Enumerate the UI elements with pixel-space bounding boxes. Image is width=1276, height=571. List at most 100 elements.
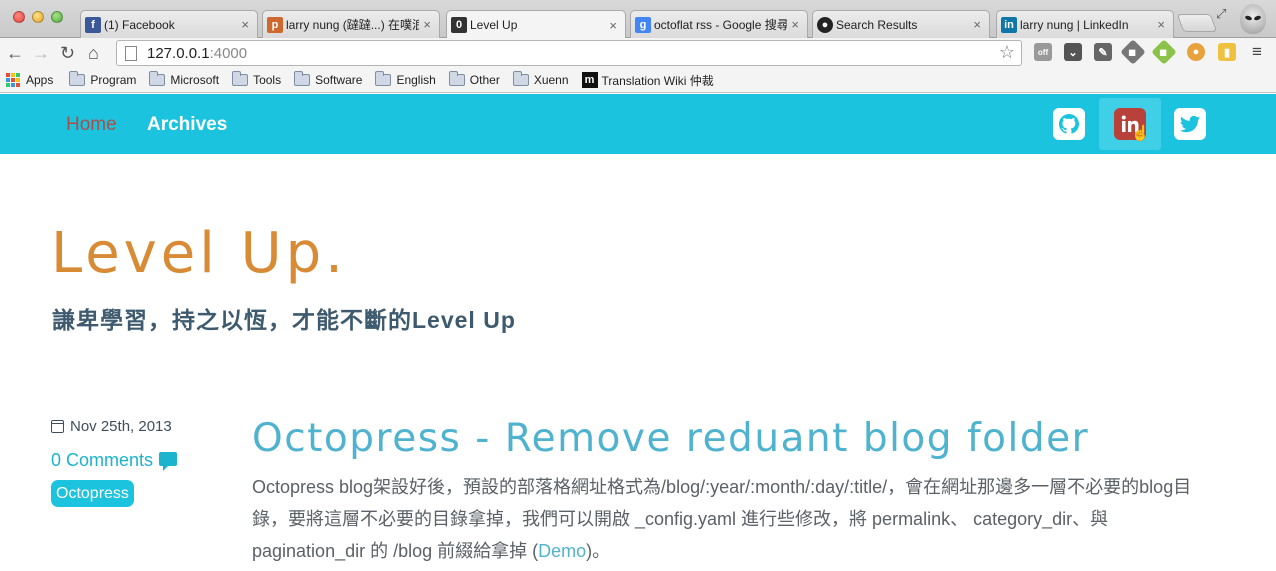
tab-title: octoflat rss - Google 搜尋 xyxy=(654,18,788,32)
tab-title: larry nung | LinkedIn xyxy=(1020,17,1129,32)
comments-link[interactable]: 0 Comments xyxy=(51,450,178,471)
bookmark-label: Xuenn xyxy=(533,73,569,87)
tab-level-up[interactable]: 0 Level Up × xyxy=(446,10,626,39)
address-bar[interactable]: 127.0.0.1:4000 ☆ xyxy=(116,40,1022,66)
tab-title: (1) Facebook xyxy=(104,17,175,32)
bookmark-apps[interactable]: Apps xyxy=(6,73,53,87)
twitter-social-link[interactable] xyxy=(1159,98,1221,150)
tab-title: Level Up xyxy=(470,18,518,32)
bookmark-folder-microsoft[interactable]: Microsoft xyxy=(149,71,220,87)
site-navbar: Home Archives ☝ xyxy=(0,94,1276,154)
plurk-icon: p xyxy=(267,16,283,33)
close-icon[interactable]: × xyxy=(423,17,431,32)
linkedin-icon: in xyxy=(1001,16,1017,33)
github-icon xyxy=(1053,108,1085,140)
comment-bubble-icon xyxy=(159,451,178,471)
google-icon: g xyxy=(635,16,651,33)
tab-google-search[interactable]: g octoflat rss - Google 搜尋 × xyxy=(630,10,808,38)
folder-icon xyxy=(512,71,529,86)
bookmark-label: English xyxy=(396,73,436,87)
profile-avatar-icon[interactable] xyxy=(1240,4,1266,34)
twitter-icon xyxy=(1174,108,1206,140)
calendar-icon xyxy=(51,420,64,433)
close-icon[interactable]: × xyxy=(973,17,981,32)
fullscreen-icon[interactable]: ⤢ xyxy=(1216,6,1226,22)
bookmark-folder-xuenn[interactable]: Xuenn xyxy=(512,71,569,87)
bookmark-folder-english[interactable]: English xyxy=(375,71,436,87)
bookmark-label: Software xyxy=(315,73,363,87)
excerpt-text-end: )。 xyxy=(586,541,611,561)
linkedin-social-link[interactable]: ☝ xyxy=(1099,98,1161,150)
forward-arrow-icon[interactable]: → xyxy=(32,42,50,64)
tab-facebook[interactable]: f (1) Facebook × xyxy=(80,10,258,38)
feedly-icon[interactable]: ◆ xyxy=(1151,39,1177,65)
close-icon[interactable]: × xyxy=(609,18,617,33)
tab-plurk[interactable]: p larry nung (躂躂...) 在噗浪 × xyxy=(262,10,440,38)
folder-icon xyxy=(448,71,465,86)
facebook-icon: f xyxy=(85,16,101,33)
folder-icon xyxy=(294,71,311,86)
folder-icon xyxy=(149,71,166,86)
hand-cursor-icon: ☝ xyxy=(1131,125,1150,142)
bookmark-label: Program xyxy=(90,73,137,87)
map-pin-icon[interactable]: ● xyxy=(1187,43,1205,61)
tab-title: larry nung (躂躂...) 在噗浪 xyxy=(286,18,420,32)
folder-icon xyxy=(375,71,392,86)
bookmark-folder-program[interactable]: Program xyxy=(69,71,137,87)
bookmark-label: Microsoft xyxy=(170,73,220,87)
browser-toolbar: ← → ↻ ⌂ 127.0.0.1:4000 ☆ off ⌄ ✎ ◆ ◆ ● ▮… xyxy=(0,38,1276,68)
new-tab-button[interactable] xyxy=(1176,14,1218,32)
url-host: 127.0.0.1 xyxy=(147,44,210,62)
bookmark-folder-software[interactable]: Software xyxy=(294,71,363,87)
bookmarks-bar: Apps Program Microsoft Tools Software En… xyxy=(0,68,1276,93)
home-icon[interactable]: ⌂ xyxy=(88,42,99,64)
document-icon[interactable]: ▮ xyxy=(1218,43,1236,61)
evernote-icon[interactable]: ✎ xyxy=(1094,43,1112,61)
bookmark-label: Tools xyxy=(253,73,282,87)
url-port: :4000 xyxy=(209,44,248,62)
nav-link-home[interactable]: Home xyxy=(66,114,117,136)
adblock-off-icon[interactable]: off xyxy=(1034,43,1052,61)
tab-linkedin[interactable]: in larry nung | LinkedIn × xyxy=(996,10,1174,38)
site-title[interactable]: Level Up. xyxy=(51,221,347,286)
nav-link-archives[interactable]: Archives xyxy=(147,114,227,136)
bookmark-folder-other[interactable]: Other xyxy=(448,71,500,87)
folder-icon xyxy=(69,71,86,86)
excerpt-text: Octopress blog架設好後，預設的部落格網址格式為/blog/:yea… xyxy=(252,477,1192,561)
bookmark-label: Translation Wiki 仲裁 xyxy=(601,73,714,88)
github-social-link[interactable] xyxy=(1038,98,1100,150)
bookmark-star-icon[interactable]: ☆ xyxy=(999,42,1015,63)
bookmark-label: Other xyxy=(469,73,500,87)
close-icon[interactable]: × xyxy=(241,17,249,32)
close-icon[interactable]: × xyxy=(791,17,799,32)
category-tag[interactable]: Octopress xyxy=(51,480,134,507)
folder-icon xyxy=(232,71,249,86)
close-icon[interactable]: × xyxy=(1157,17,1165,32)
reload-icon[interactable]: ↻ xyxy=(60,42,75,64)
page-icon xyxy=(125,45,137,61)
wiki-m-icon: m xyxy=(581,72,598,88)
post-date: Nov 25th, 2013 xyxy=(51,418,172,435)
comments-count: 0 Comments xyxy=(51,450,154,470)
tab-title: Search Results xyxy=(836,17,918,32)
tab-github-search[interactable]: ● Search Results × xyxy=(812,10,990,38)
site-subtitle: 謙卑學習，持之以恆，才能不斷的Level Up xyxy=(52,307,516,333)
menu-icon[interactable]: ≡ xyxy=(1248,42,1266,61)
bookmark-translation-wiki[interactable]: m Translation Wiki 仲裁 xyxy=(581,72,714,89)
post-excerpt: Octopress blog架設好後，預設的部落格網址格式為/blog/:yea… xyxy=(252,471,1212,567)
github-icon: ● xyxy=(817,16,833,33)
apps-grid-icon xyxy=(6,73,20,87)
close-window-button[interactable] xyxy=(13,11,25,23)
pocket-icon[interactable]: ⌄ xyxy=(1064,43,1082,61)
browser-tab-strip: f (1) Facebook × p larry nung (躂躂...) 在噗… xyxy=(0,0,1276,39)
back-arrow-icon[interactable]: ← xyxy=(6,42,24,64)
post-title[interactable]: Octopress - Remove reduant blog folder xyxy=(252,416,1089,461)
post-date-text: Nov 25th, 2013 xyxy=(70,418,172,435)
demo-link[interactable]: Demo xyxy=(538,541,586,561)
tag-extension-icon[interactable]: ◆ xyxy=(1120,39,1146,65)
minimize-window-button[interactable] xyxy=(32,11,44,23)
zoom-window-button[interactable] xyxy=(51,11,63,23)
octopress-icon: 0 xyxy=(451,17,467,33)
bookmark-label: Apps xyxy=(26,73,54,87)
bookmark-folder-tools[interactable]: Tools xyxy=(232,71,282,87)
